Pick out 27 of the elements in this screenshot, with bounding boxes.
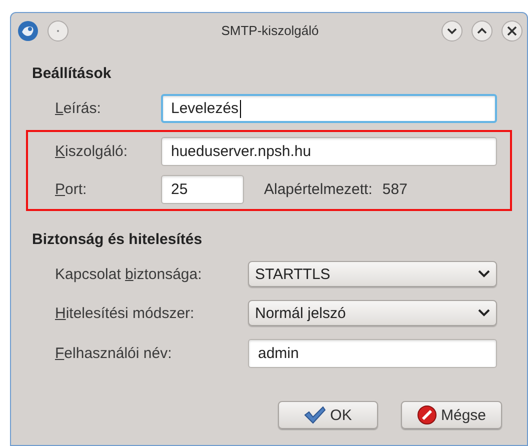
checkmark-icon bbox=[304, 406, 326, 424]
dropdown[interactable]: Normál jelszó bbox=[248, 300, 497, 326]
maximize-icon[interactable] bbox=[471, 20, 493, 42]
window-title: SMTP-kiszolgáló bbox=[220, 23, 320, 38]
field-label: Kiszolgáló: bbox=[55, 143, 128, 160]
text-field[interactable]: Levelezés bbox=[161, 94, 497, 123]
no-entry-icon bbox=[416, 405, 437, 425]
field-label: Leírás: bbox=[55, 100, 101, 117]
cancel-button[interactable]: Mégse bbox=[401, 401, 502, 429]
dropdown[interactable]: STARTTLS bbox=[248, 261, 497, 287]
field-label: Port: bbox=[55, 181, 87, 198]
port-field[interactable]: 25 bbox=[161, 175, 244, 204]
minimize-icon[interactable] bbox=[441, 20, 463, 42]
default-port-label: Alapértelmezett: bbox=[264, 181, 372, 198]
app-icon[interactable] bbox=[17, 20, 39, 42]
chevron-down-icon bbox=[478, 309, 490, 317]
section-heading: Biztonság és hitelesítés bbox=[31, 231, 204, 249]
chevron-down-icon bbox=[478, 270, 490, 278]
field-label: Kapcsolat biztonsága: bbox=[55, 266, 202, 282]
text-field[interactable]: admin bbox=[248, 339, 497, 368]
field-label: Hitelesítési módszer: bbox=[55, 304, 194, 322]
default-port-value: 587 bbox=[382, 181, 408, 198]
ok-button[interactable]: OK bbox=[278, 401, 378, 429]
field-label: Felhasználói név: bbox=[55, 345, 172, 362]
close-icon[interactable] bbox=[501, 20, 523, 42]
section-heading: Beállítások bbox=[31, 65, 112, 83]
text-field[interactable]: hueduserver.npsh.hu bbox=[161, 137, 497, 166]
